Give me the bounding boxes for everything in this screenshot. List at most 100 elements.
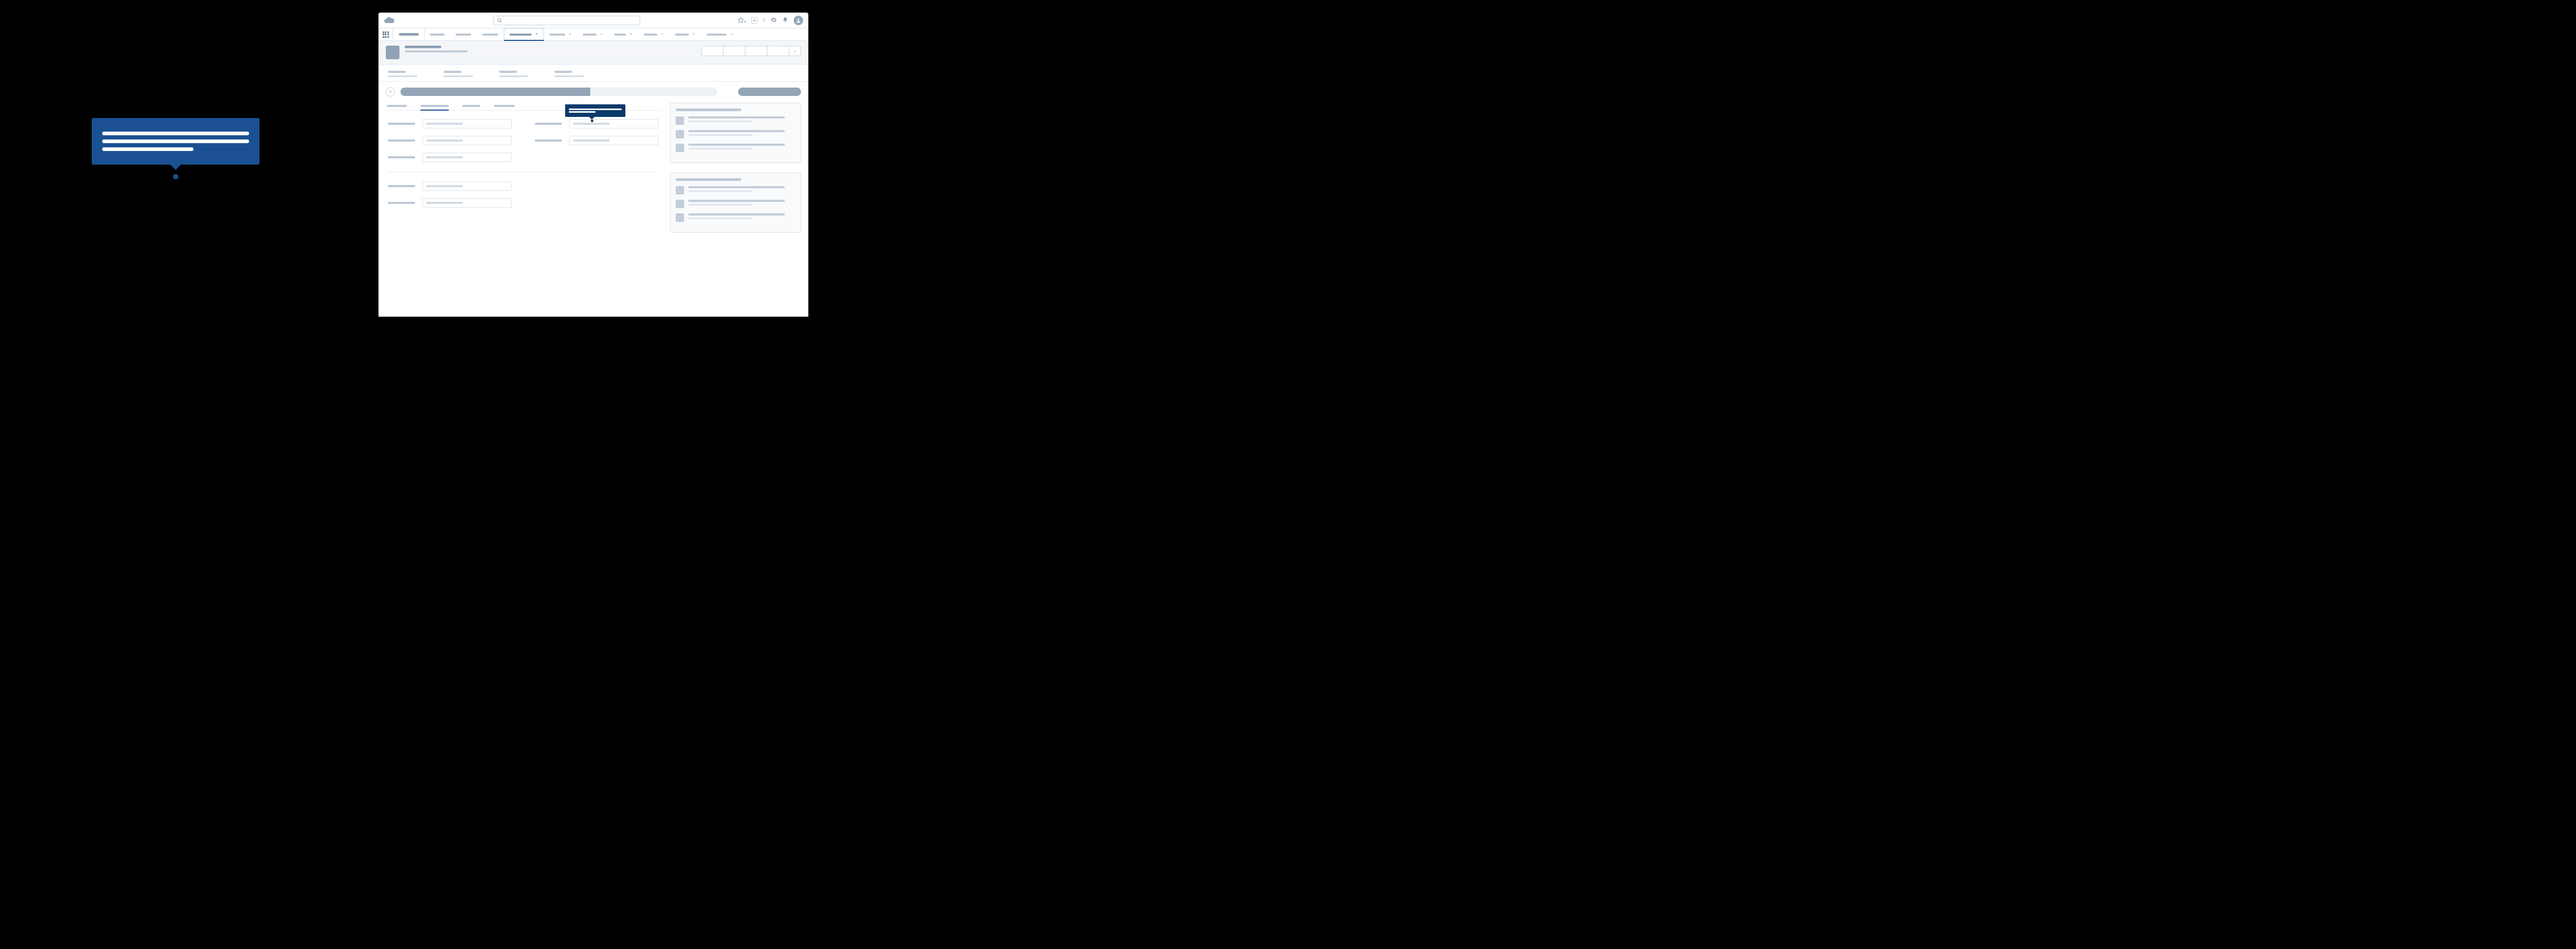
chevron-down-icon xyxy=(568,32,572,37)
detail-form xyxy=(386,111,661,216)
chevron-down-icon xyxy=(535,32,538,37)
nav-tab-2[interactable] xyxy=(477,28,504,40)
field-input[interactable] xyxy=(569,136,658,145)
list-item[interactable] xyxy=(676,130,795,138)
record-object-icon xyxy=(386,46,399,59)
card-title xyxy=(676,109,741,111)
record-action-button[interactable] xyxy=(767,46,789,56)
path-stage-3[interactable] xyxy=(590,88,654,96)
record-header xyxy=(378,41,808,64)
list-item-icon xyxy=(676,116,684,125)
record-action-button[interactable] xyxy=(723,46,745,56)
record-action-button[interactable] xyxy=(745,46,767,56)
record-body xyxy=(378,100,808,243)
record-title xyxy=(405,46,468,52)
list-item-icon xyxy=(676,200,684,208)
path-mark-complete-button[interactable] xyxy=(738,88,801,96)
nav-tab-7[interactable] xyxy=(638,28,670,40)
popover-line xyxy=(102,147,193,151)
main-column xyxy=(386,100,661,233)
help-icon[interactable]: ? xyxy=(763,18,765,23)
salesforce-cloud-logo xyxy=(384,16,395,24)
field-label xyxy=(388,139,415,142)
chevron-down-icon xyxy=(629,32,633,37)
chevron-down-icon xyxy=(661,32,664,37)
path-collapse-toggle[interactable] xyxy=(386,87,395,96)
form-field xyxy=(535,119,658,128)
field-input[interactable] xyxy=(569,119,658,128)
list-item-icon xyxy=(676,144,684,152)
record-action-more-button[interactable] xyxy=(789,46,801,56)
field-label xyxy=(388,185,415,187)
field-label xyxy=(388,202,415,204)
popover-line xyxy=(102,139,249,143)
path-stage-2[interactable] xyxy=(527,88,591,96)
field-label xyxy=(388,156,415,158)
inline-prompt-popover xyxy=(565,104,625,117)
form-field xyxy=(388,153,512,162)
field-label xyxy=(388,123,415,125)
list-item[interactable] xyxy=(676,200,795,208)
header-actions: ▾ ? xyxy=(738,16,803,25)
field-label xyxy=(535,139,562,142)
salesforce-app-window: ▾ ? xyxy=(378,13,808,317)
chevron-down-icon xyxy=(730,32,733,37)
list-item[interactable] xyxy=(676,186,795,195)
highlight-field xyxy=(388,71,417,77)
app-navigation-bar xyxy=(378,28,808,41)
empty-cell xyxy=(535,181,658,191)
section-divider xyxy=(388,171,658,172)
sidebar-column xyxy=(670,100,801,233)
path-stage-0[interactable] xyxy=(401,88,464,96)
form-field xyxy=(535,136,658,145)
nav-tab-0[interactable] xyxy=(425,28,450,40)
nav-tabs xyxy=(425,28,739,40)
record-action-button[interactable] xyxy=(701,46,723,56)
nav-tab-4[interactable] xyxy=(544,28,578,40)
nav-tab-8[interactable] xyxy=(670,28,701,40)
list-item[interactable] xyxy=(676,144,795,152)
list-item[interactable] xyxy=(676,116,795,125)
field-input[interactable] xyxy=(423,136,512,145)
path-row xyxy=(378,82,808,100)
empty-cell xyxy=(535,198,658,208)
field-label xyxy=(535,123,562,125)
plus-icon[interactable] xyxy=(751,17,757,24)
app-launcher-icon[interactable] xyxy=(378,28,393,40)
global-search-input[interactable] xyxy=(493,16,640,25)
path-stage-4[interactable] xyxy=(654,88,717,96)
detail-tab-1[interactable] xyxy=(420,105,449,110)
highlight-field xyxy=(555,71,584,77)
form-field xyxy=(388,136,512,145)
nav-tab-1[interactable] xyxy=(450,28,477,40)
card-title xyxy=(676,178,741,181)
path-component xyxy=(401,88,717,96)
popover-nub xyxy=(170,165,181,170)
popover-line xyxy=(102,132,249,135)
bell-icon[interactable] xyxy=(782,17,788,24)
popover-body xyxy=(92,118,259,165)
form-field xyxy=(388,181,512,191)
popover-anchor-dot xyxy=(173,174,178,179)
field-input[interactable] xyxy=(423,181,512,191)
star-icon[interactable]: ▾ xyxy=(738,17,746,24)
field-input[interactable] xyxy=(423,198,512,208)
form-field xyxy=(388,198,512,208)
gear-icon[interactable] xyxy=(771,17,777,24)
field-input[interactable] xyxy=(423,153,512,162)
highlights-panel xyxy=(378,64,808,82)
detail-tab-3[interactable] xyxy=(494,105,515,110)
nav-tab-9[interactable] xyxy=(701,28,739,40)
empty-cell xyxy=(535,153,658,162)
path-stage-1[interactable] xyxy=(464,88,527,96)
nav-tab-6[interactable] xyxy=(609,28,638,40)
nav-tab-3[interactable] xyxy=(504,28,544,41)
detail-tab-2[interactable] xyxy=(462,105,480,110)
list-item[interactable] xyxy=(676,213,795,222)
field-input[interactable] xyxy=(423,119,512,128)
avatar-icon[interactable] xyxy=(794,16,803,25)
form-field xyxy=(388,119,512,128)
chevron-down-icon xyxy=(692,32,696,37)
nav-tab-5[interactable] xyxy=(578,28,609,40)
detail-tab-0[interactable] xyxy=(387,105,407,110)
